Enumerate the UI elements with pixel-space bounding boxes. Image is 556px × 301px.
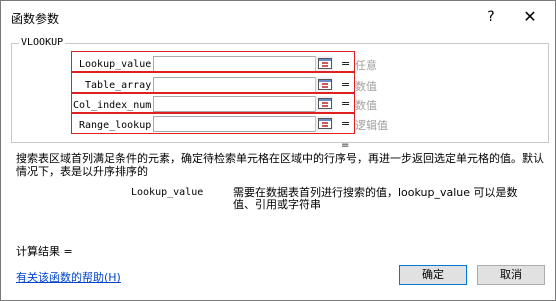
ok-button[interactable]: 确定	[399, 265, 467, 285]
highlight-box	[71, 51, 355, 73]
arg-hint-range-lookup: 逻辑值	[355, 119, 388, 132]
current-param-description: 需要在数据表首列进行搜索的值，lookup_value 可以是数值、引用或字符串	[233, 186, 518, 211]
function-arguments-dialog: 函数参数 ? ✕ VLOOKUP Lookup_value = 任意 Table…	[0, 0, 556, 301]
help-icon[interactable]: ?	[481, 7, 501, 27]
function-result-equals: =	[341, 140, 350, 151]
current-param-name: Lookup_value	[131, 187, 204, 198]
close-icon[interactable]: ✕	[519, 7, 541, 27]
arg-hint-lookup-value: 任意	[355, 59, 377, 72]
calculation-result: 计算结果 =	[16, 245, 73, 258]
highlight-box	[71, 92, 355, 113]
dialog-title: 函数参数	[11, 12, 60, 26]
title-bar: 函数参数 ? ✕	[1, 1, 555, 34]
cancel-button[interactable]: 取消	[477, 265, 545, 285]
function-description: 搜索表区域首列满足条件的元素，确定待检索单元格在区域中的行序号，再进一步返回选定…	[16, 152, 544, 178]
arg-hint-col-index-num: 数值	[355, 99, 377, 112]
function-help-link[interactable]: 有关该函数的帮助(H)	[16, 269, 121, 285]
function-name: VLOOKUP	[19, 37, 66, 48]
arg-hint-table-array: 数值	[355, 80, 377, 93]
highlight-box	[71, 71, 355, 94]
highlight-box	[71, 113, 355, 134]
